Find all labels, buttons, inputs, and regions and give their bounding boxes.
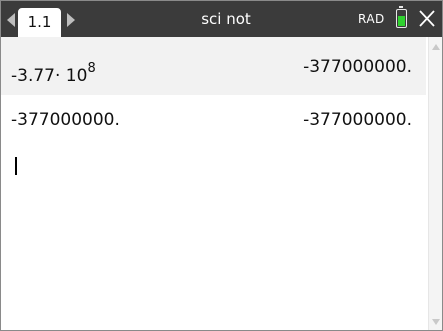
history-result: -377000000.: [303, 57, 412, 77]
page-tab[interactable]: 1.1: [18, 8, 61, 37]
battery-icon: [396, 6, 407, 28]
arrow-down-icon[interactable]: [432, 319, 440, 325]
input-exponent: 8: [87, 61, 96, 76]
triangle-left-icon[interactable]: [7, 13, 15, 27]
history-entry[interactable]: -377000000. -377000000.: [1, 95, 426, 153]
history-result: -377000000.: [303, 110, 412, 130]
close-icon[interactable]: [419, 9, 435, 28]
text-cursor[interactable]: [15, 157, 17, 175]
document-title: sci not: [201, 10, 251, 28]
angle-mode-indicator: RAD: [358, 12, 385, 26]
title-bar: 1.1 sci not RAD: [1, 1, 442, 37]
arrow-up-icon[interactable]: [432, 44, 440, 50]
calculator-history[interactable]: -3.77· 108 -377000000. -377000000. -3770…: [1, 37, 431, 330]
history-entry[interactable]: -3.77· 108 -377000000.: [1, 37, 426, 95]
battery-level: [398, 15, 405, 26]
history-input: -377000000.: [11, 110, 120, 130]
history-input: -3.77· 108: [11, 61, 96, 86]
triangle-right-icon[interactable]: [67, 13, 75, 27]
calculator-window: 1.1 sci not RAD -3.77· 108 -377000000. -…: [0, 0, 443, 331]
scrollbar[interactable]: [428, 37, 442, 330]
input-mantissa: -3.77· 10: [11, 66, 88, 86]
